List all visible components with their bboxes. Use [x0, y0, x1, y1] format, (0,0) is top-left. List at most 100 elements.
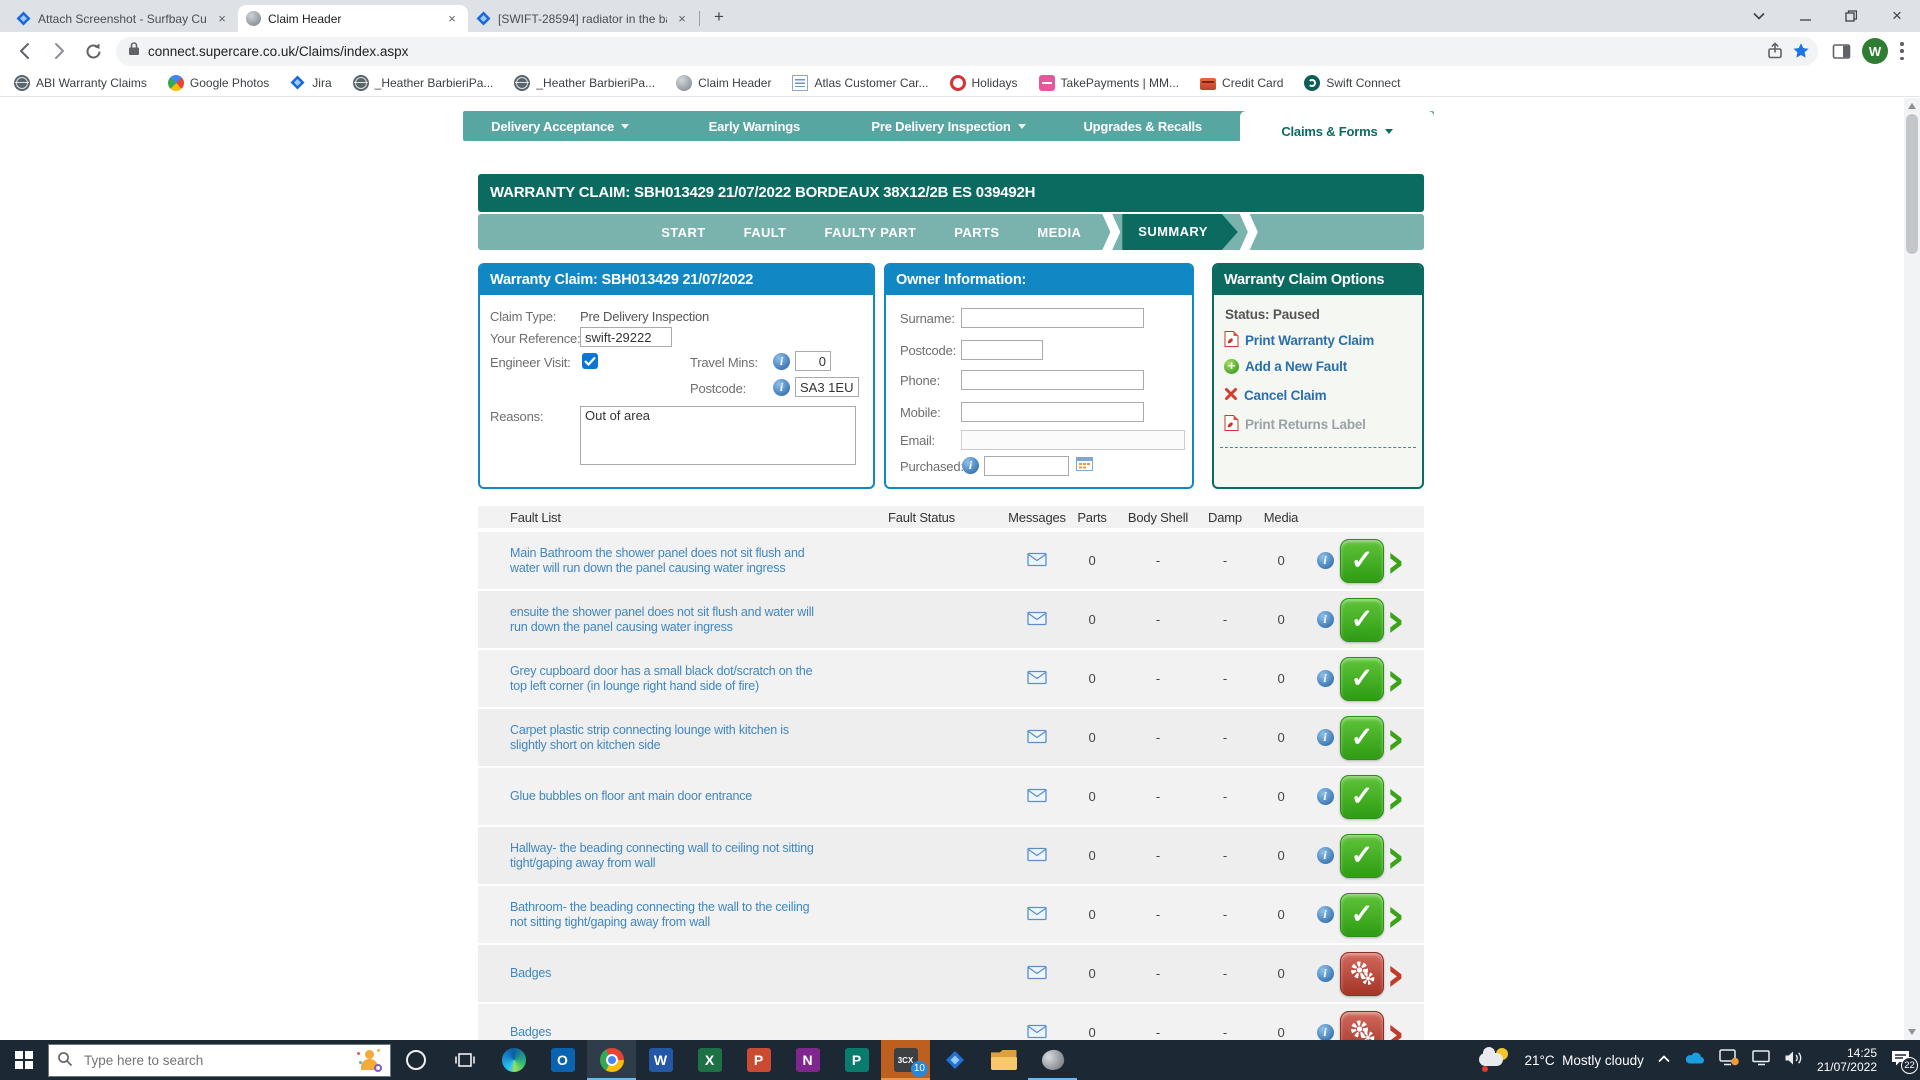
close-button[interactable]: ×: [1874, 0, 1920, 32]
nav-item-claims-forms[interactable]: Claims & Forms: [1240, 111, 1434, 151]
fault-complete-button[interactable]: ✓: [1340, 716, 1384, 760]
fault-link[interactable]: Bathroom- the beading connecting the wal…: [478, 900, 858, 930]
bookmark-item[interactable]: _Heather BarbieriPa...: [514, 75, 655, 91]
messages-icon[interactable]: [1008, 906, 1066, 924]
bookmark-item[interactable]: Atlas Customer Car...: [792, 75, 928, 91]
open-fault-arrow-icon[interactable]: ›: [1386, 718, 1405, 758]
page-scrollbar[interactable]: [1904, 98, 1920, 1040]
open-fault-arrow-icon[interactable]: ›: [1386, 541, 1405, 581]
info-icon[interactable]: i: [1310, 552, 1340, 569]
nav-item-pre-delivery-inspection[interactable]: Pre Delivery Inspection: [851, 111, 1045, 141]
fault-complete-button[interactable]: ✓: [1340, 834, 1384, 878]
address-bar[interactable]: connect.supercare.co.uk/Claims/index.asp…: [116, 37, 1818, 66]
cast-icon[interactable]: [1719, 1049, 1739, 1071]
taskbar-word-button[interactable]: W: [636, 1040, 685, 1080]
tab-close-icon[interactable]: ×: [214, 11, 230, 27]
fault-pending-button[interactable]: [1340, 1011, 1384, 1041]
bookmark-item[interactable]: Swift Connect: [1304, 75, 1400, 91]
taskbar-edge-button[interactable]: [489, 1040, 538, 1080]
claim-postcode-info-icon[interactable]: i: [773, 379, 790, 396]
forward-icon[interactable]: [45, 37, 73, 65]
scroll-down-icon[interactable]: [1908, 1029, 1916, 1035]
travel-mins-input[interactable]: [795, 351, 831, 371]
tab-close-icon[interactable]: ×: [674, 11, 690, 27]
restore-button[interactable]: [1828, 0, 1874, 32]
open-fault-arrow-icon[interactable]: ›: [1386, 895, 1405, 935]
taskbar-excel-button[interactable]: X: [685, 1040, 734, 1080]
step-start[interactable]: START: [661, 225, 705, 240]
fault-link[interactable]: Badges: [478, 1025, 858, 1040]
messages-icon[interactable]: [1008, 670, 1066, 688]
bookmark-item[interactable]: Google Photos: [168, 75, 269, 91]
reload-icon[interactable]: [79, 37, 107, 65]
step-media[interactable]: MEDIA: [1037, 225, 1081, 240]
volume-icon[interactable]: [1784, 1050, 1804, 1071]
taskbar-3cx-button[interactable]: 3CX10: [881, 1040, 930, 1080]
messages-icon[interactable]: [1008, 729, 1066, 747]
owner-email-input[interactable]: [961, 430, 1185, 450]
reasons-textarea[interactable]: Out of area: [580, 406, 856, 465]
claim-postcode-input[interactable]: [795, 377, 859, 397]
info-icon[interactable]: i: [1310, 847, 1340, 864]
travel-mins-info-icon[interactable]: i: [773, 353, 790, 370]
messages-icon[interactable]: [1008, 1024, 1066, 1041]
taskbar-jira-button[interactable]: [930, 1040, 979, 1080]
back-icon[interactable]: [11, 37, 39, 65]
url-text[interactable]: connect.supercare.co.uk/Claims/index.asp…: [148, 44, 1762, 59]
info-icon[interactable]: i: [1310, 965, 1340, 982]
owner-mobile-input[interactable]: [961, 402, 1144, 422]
messages-icon[interactable]: [1008, 788, 1066, 806]
browser-tab[interactable]: [SWIFT-28594] radiator in the ba×: [468, 5, 698, 32]
add-a-new-fault-link[interactable]: +Add a New Fault: [1224, 359, 1347, 374]
messages-icon[interactable]: [1008, 611, 1066, 629]
open-fault-arrow-icon[interactable]: ›: [1386, 777, 1405, 817]
taskbar-outlook-button[interactable]: O: [538, 1040, 587, 1080]
fault-link[interactable]: Hallway- the beading connecting wall to …: [478, 841, 858, 871]
purchased-info-icon[interactable]: i: [962, 457, 979, 474]
info-icon[interactable]: i: [1310, 729, 1340, 746]
nav-item-early-warnings[interactable]: Early Warnings: [657, 111, 851, 141]
taskbar-cortana-button[interactable]: [391, 1040, 440, 1080]
fault-link[interactable]: Glue bubbles on floor ant main door entr…: [478, 789, 858, 804]
network-icon[interactable]: [1752, 1050, 1771, 1071]
minimize-button[interactable]: [1782, 0, 1828, 32]
profile-avatar[interactable]: W: [1862, 38, 1888, 64]
bookmark-item[interactable]: Claim Header: [676, 75, 771, 91]
bookmark-star-icon[interactable]: [1788, 38, 1814, 64]
tab-close-icon[interactable]: ×: [444, 11, 460, 27]
info-icon[interactable]: i: [1310, 906, 1340, 923]
fault-pending-button[interactable]: [1340, 952, 1384, 996]
fault-link[interactable]: Main Bathroom the shower panel does not …: [478, 546, 858, 576]
onedrive-icon[interactable]: [1684, 1051, 1706, 1070]
fault-link[interactable]: Grey cupboard door has a small black dot…: [478, 664, 858, 694]
taskbar-powerpoint-button[interactable]: P: [734, 1040, 783, 1080]
side-panel-icon[interactable]: [1827, 37, 1855, 65]
engineer-visit-checkbox[interactable]: [582, 353, 598, 369]
start-button[interactable]: [0, 1040, 48, 1080]
open-fault-arrow-icon[interactable]: ›: [1386, 1013, 1405, 1041]
clock[interactable]: 14:2521/07/2022: [1817, 1046, 1877, 1074]
fault-complete-button[interactable]: ✓: [1340, 598, 1384, 642]
owner-phone-input[interactable]: [961, 370, 1144, 390]
step-parts[interactable]: PARTS: [954, 225, 999, 240]
print-warranty-claim-link[interactable]: Print Warranty Claim: [1224, 331, 1374, 350]
browser-tab[interactable]: Attach Screenshot - Surfbay Cust×: [8, 5, 238, 32]
bookmark-item[interactable]: Holidays: [950, 75, 1018, 91]
info-icon[interactable]: i: [1310, 670, 1340, 687]
cancel-claim-link[interactable]: Cancel Claim: [1224, 387, 1326, 404]
info-icon[interactable]: i: [1310, 1024, 1340, 1040]
fault-link[interactable]: Badges: [478, 966, 858, 981]
owner-purchased-input[interactable]: [984, 456, 1069, 476]
fault-complete-button[interactable]: ✓: [1340, 539, 1384, 583]
calendar-icon[interactable]: [1076, 456, 1093, 476]
fault-link[interactable]: ensuite the shower panel does not sit fl…: [478, 605, 858, 635]
bookmark-item[interactable]: ABI Warranty Claims: [14, 75, 147, 91]
fault-complete-button[interactable]: ✓: [1340, 775, 1384, 819]
step-fault[interactable]: FAULT: [744, 225, 787, 240]
weather-icon[interactable]: [1479, 1048, 1511, 1072]
action-center-icon[interactable]: 22: [1890, 1049, 1914, 1071]
browser-menu-icon[interactable]: [1900, 42, 1904, 60]
tray-chevron-up-icon[interactable]: [1657, 1051, 1671, 1069]
taskbar-task-view-button[interactable]: [440, 1040, 489, 1080]
taskbar-search[interactable]: [48, 1044, 391, 1077]
